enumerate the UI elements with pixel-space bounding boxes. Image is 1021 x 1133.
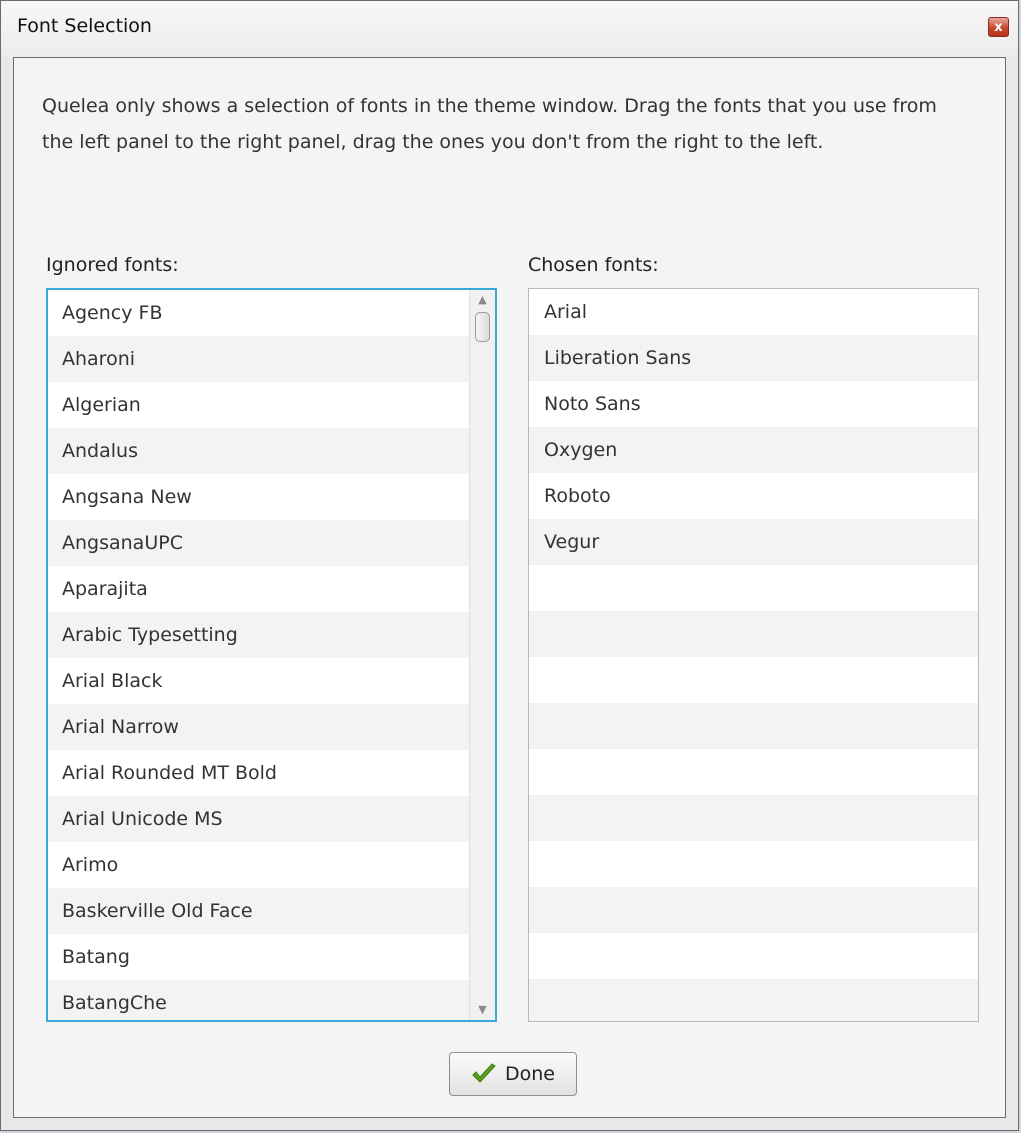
chosen-fonts-rows: Arial Liberation Sans Noto Sans Oxygen Robot… [529, 289, 978, 1021]
ignored-fonts-scrollbar[interactable]: ▲ ▼ [469, 290, 495, 1020]
ignored-font-item[interactable]: Agency FB [48, 290, 469, 336]
chosen-fonts-label: Chosen fonts: [528, 254, 659, 276]
checkmark-icon [472, 1063, 496, 1083]
chosen-font-item[interactable]: Roboto [529, 473, 978, 519]
chosen-font-item[interactable]: Liberation Sans [529, 335, 978, 381]
ignored-fonts-list[interactable]: Agency FB Aharoni Algerian Andalus Angsana N… [46, 288, 497, 1022]
scroll-down-icon[interactable]: ▼ [470, 1000, 495, 1020]
empty-row [529, 795, 978, 841]
window-title: Font Selection [17, 15, 152, 37]
ignored-font-item[interactable]: Arial Black [48, 658, 469, 704]
chosen-font-item[interactable]: Noto Sans [529, 381, 978, 427]
ignored-font-item[interactable]: Batang [48, 934, 469, 980]
ignored-font-item[interactable]: Algerian [48, 382, 469, 428]
font-selection-dialog: Font Selection x Quelea only shows a sel… [0, 0, 1019, 1131]
done-button[interactable]: Done [449, 1052, 577, 1096]
close-icon: x [994, 19, 1003, 35]
chosen-fonts-list[interactable]: Arial Liberation Sans Noto Sans Oxygen Robot… [528, 288, 979, 1022]
done-button-label: Done [505, 1063, 555, 1085]
ignored-font-item[interactable]: Arial Rounded MT Bold [48, 750, 469, 796]
empty-row [529, 703, 978, 749]
ignored-font-item[interactable]: Baskerville Old Face [48, 888, 469, 934]
close-button[interactable]: x [988, 17, 1009, 37]
ignored-font-item[interactable]: Arimo [48, 842, 469, 888]
empty-row [529, 565, 978, 611]
ignored-font-item[interactable]: Angsana New [48, 474, 469, 520]
ignored-font-item[interactable]: Arial Narrow [48, 704, 469, 750]
scroll-thumb[interactable] [475, 312, 490, 342]
instructions-text: Quelea only shows a selection of fonts i… [42, 95, 937, 153]
empty-row [529, 611, 978, 657]
ignored-font-item[interactable]: Arabic Typesetting [48, 612, 469, 658]
ignored-fonts-label: Ignored fonts: [46, 254, 179, 276]
scroll-up-icon[interactable]: ▲ [470, 290, 495, 310]
dialog-content: Quelea only shows a selection of fonts i… [13, 57, 1006, 1118]
empty-row [529, 887, 978, 933]
ignored-font-item[interactable]: AngsanaUPC [48, 520, 469, 566]
empty-row [529, 841, 978, 887]
ignored-font-item[interactable]: Aharoni [48, 336, 469, 382]
empty-row [529, 933, 978, 979]
empty-row [529, 979, 978, 1021]
chosen-font-item[interactable]: Oxygen [529, 427, 978, 473]
empty-row [529, 657, 978, 703]
chosen-font-item[interactable]: Vegur [529, 519, 978, 565]
title-bar[interactable]: Font Selection x [1, 1, 1018, 57]
ignored-fonts-rows: Agency FB Aharoni Algerian Andalus Angsana N… [48, 290, 469, 1020]
ignored-font-item[interactable]: Arial Unicode MS [48, 796, 469, 842]
ignored-font-item[interactable]: Aparajita [48, 566, 469, 612]
ignored-font-item[interactable]: BatangChe [48, 980, 469, 1020]
empty-row [529, 749, 978, 795]
chosen-font-item[interactable]: Arial [529, 289, 978, 335]
ignored-font-item[interactable]: Andalus [48, 428, 469, 474]
